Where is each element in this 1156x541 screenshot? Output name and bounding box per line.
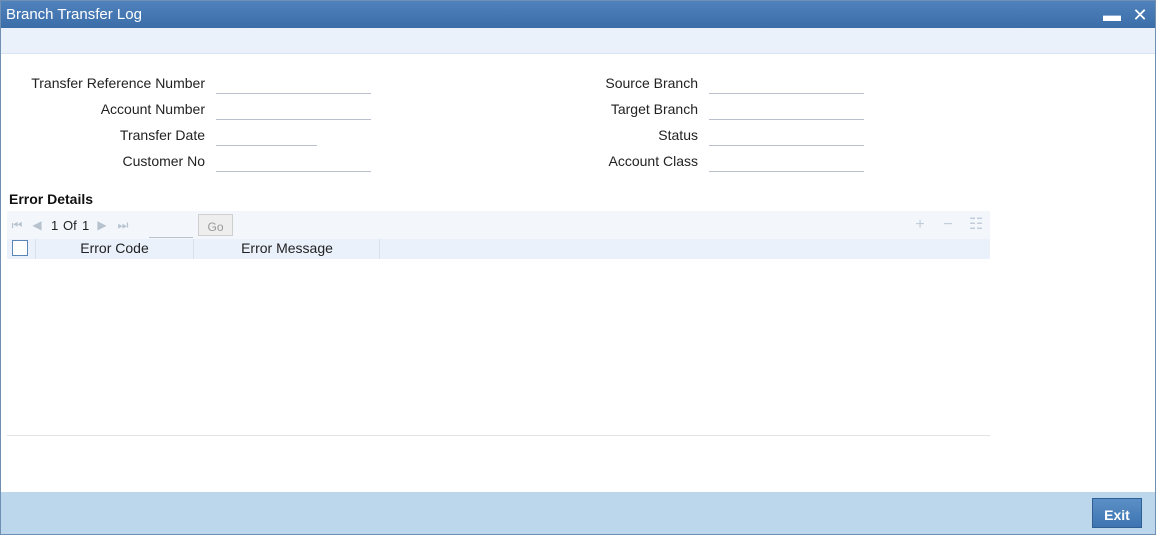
current-page: 1 [51, 218, 59, 233]
footer-bar: Exit [1, 492, 1155, 534]
add-row-icon[interactable]: + [912, 217, 928, 233]
previous-page-icon[interactable]: ◀ [31, 218, 43, 232]
target-branch-label: Target Branch [610, 101, 698, 117]
status-field[interactable] [709, 125, 864, 146]
toolbar-strip [1, 28, 1155, 54]
next-page-icon[interactable]: ▶ [96, 218, 108, 232]
grid-header: Error Code Error Message [7, 239, 990, 259]
total-pages: 1 [82, 218, 90, 233]
minimize-icon[interactable]: ▬ [1102, 5, 1122, 25]
select-all-checkbox[interactable] [12, 240, 28, 256]
page-of-label: Of [63, 218, 77, 233]
account-number-field[interactable] [216, 99, 371, 120]
account-number-label: Account Number [100, 101, 205, 117]
transfer-date-field[interactable] [216, 125, 317, 146]
source-branch-field[interactable] [709, 73, 864, 94]
title-bar: Branch Transfer Log ▬ ✕ [1, 1, 1155, 28]
first-page-icon[interactable]: ⏮ [11, 218, 23, 232]
error-details-grid: ⏮ ◀ 1 Of 1 ▶ ⏭ Go + − ☷ Error Code Error… [7, 211, 990, 436]
page-number-input[interactable] [149, 215, 193, 238]
status-label: Status [658, 127, 698, 143]
transfer-reference-number-label: Transfer Reference Number [31, 75, 205, 91]
customer-no-field[interactable] [216, 151, 371, 172]
error-details-title: Error Details [9, 191, 94, 207]
source-branch-label: Source Branch [605, 75, 698, 91]
error-code-header[interactable]: Error Code [36, 239, 194, 259]
branch-transfer-log-window: Branch Transfer Log ▬ ✕ Transfer Referen… [0, 0, 1156, 535]
select-all-column [7, 239, 36, 259]
transfer-date-label: Transfer Date [119, 127, 205, 143]
error-message-header[interactable]: Error Message [195, 239, 380, 259]
delete-row-icon[interactable]: − [940, 217, 956, 233]
single-view-icon[interactable]: ☷ [968, 217, 984, 233]
account-class-label: Account Class [608, 153, 698, 169]
transfer-reference-number-field[interactable] [216, 73, 371, 94]
grid-toolbar: ⏮ ◀ 1 Of 1 ▶ ⏭ Go + − ☷ [7, 211, 990, 239]
target-branch-field[interactable] [709, 99, 864, 120]
window-title: Branch Transfer Log [6, 6, 142, 23]
close-icon[interactable]: ✕ [1130, 5, 1150, 25]
last-page-icon[interactable]: ⏭ [117, 218, 129, 232]
account-class-field[interactable] [709, 151, 864, 172]
go-button[interactable]: Go [198, 214, 233, 236]
customer-no-label: Customer No [122, 153, 205, 169]
exit-button[interactable]: Exit [1092, 498, 1142, 528]
